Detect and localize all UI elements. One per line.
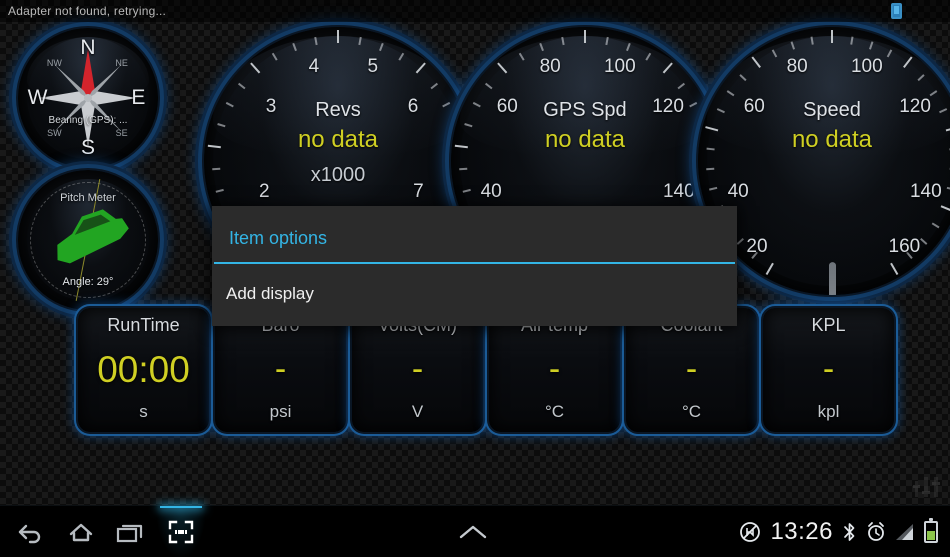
bluetooth-icon [844, 522, 855, 541]
gps-tick-label-0: 40 [480, 180, 502, 202]
status-bar-tray [891, 3, 950, 19]
gps-tick-label-5: 140 [662, 180, 695, 202]
screenshot-icon [168, 520, 194, 543]
compass-label-ne: NE [115, 58, 128, 68]
value-card-row: RunTime 00:00 s Baro - psi Volts(CM) - V… [78, 308, 894, 432]
gauge-tick [584, 30, 586, 43]
tablet-icon [891, 3, 902, 19]
value-card-value: - [548, 350, 561, 388]
speed-tick-label-0: 20 [746, 235, 768, 257]
dialog-title: Item options [229, 228, 328, 248]
signal-icon [896, 523, 913, 540]
gauge-tick [831, 30, 833, 43]
dashboard-canvas: Adapter not found, retrying... N E S W N… [0, 0, 950, 505]
vehicle-icon [57, 209, 129, 264]
compass-label-n: N [80, 35, 96, 59]
screenshot-button[interactable] [156, 505, 206, 557]
nav-center-area [206, 522, 739, 542]
value-card-coolant[interactable]: Coolant - °C [626, 308, 757, 432]
value-card-value: - [411, 350, 424, 388]
status-bar-message: Adapter not found, retrying... [8, 4, 167, 18]
speed-tick-label-7: 160 [888, 235, 921, 257]
speed-tick-label-3: 80 [786, 56, 808, 78]
revs-title: Revs [315, 99, 361, 122]
value-card-title: KPL [811, 315, 846, 335]
revs-value: no data [297, 126, 379, 154]
chevron-up-icon[interactable] [456, 522, 490, 542]
value-card-volts[interactable]: Volts(CM) - V [352, 308, 483, 432]
status-bar: Adapter not found, retrying... [0, 0, 950, 22]
speed-value: no data [791, 126, 873, 154]
value-card-unit: °C [681, 402, 702, 421]
back-icon [18, 524, 41, 543]
compass-label-se: SE [115, 128, 128, 138]
speed-tick-label-4: 100 [850, 56, 883, 78]
item-options-dialog: Item options Add display [212, 206, 737, 326]
value-card-unit: V [411, 402, 424, 421]
dialog-item-add-display[interactable]: Add display [212, 264, 737, 326]
value-card-value: - [274, 350, 287, 388]
compass-label-e: E [131, 86, 146, 109]
speed-needle [828, 262, 836, 295]
revs-tick-label-2: 4 [308, 56, 320, 78]
system-tray[interactable]: 13:26 [739, 517, 950, 546]
value-card-unit: °C [544, 402, 565, 421]
value-card-baro[interactable]: Baro - psi [215, 308, 346, 432]
recents-icon [116, 524, 143, 542]
value-card-value: - [685, 350, 698, 388]
compass-label-nw: NW [46, 58, 62, 68]
revs-unit: x1000 [310, 163, 366, 186]
compass-bearing-text: Bearing (GPS): ... [48, 114, 128, 126]
mute-icon [740, 521, 761, 542]
gps-tick-label-3: 100 [603, 56, 636, 78]
equalizer-icon [913, 477, 940, 497]
value-card-unit: kpl [817, 402, 840, 421]
value-card-air-temp[interactable]: Air temp - °C [489, 308, 620, 432]
value-card-kpl[interactable]: KPL - kpl [763, 308, 894, 432]
value-card-title: RunTime [107, 315, 180, 335]
value-card-runtime[interactable]: RunTime 00:00 s [78, 308, 209, 432]
home-button[interactable] [56, 506, 106, 557]
pitch-meter-gauge[interactable]: Pitch Meter Angle: 29° [18, 170, 158, 310]
clock: 13:26 [770, 517, 833, 545]
gps-tick-label-2: 80 [539, 56, 561, 78]
value-card-unit: psi [269, 402, 292, 421]
pitch-meter-angle: Angle: 29° [62, 275, 114, 288]
value-card-unit: s [139, 402, 148, 421]
speed-title: Speed [803, 99, 861, 122]
compass-label-w: W [27, 86, 48, 109]
revs-tick-label-3: 5 [367, 56, 379, 78]
battery-icon [924, 517, 938, 543]
back-button[interactable] [6, 506, 56, 557]
nav-button-group [0, 505, 206, 557]
compass-gauge[interactable]: N E S W NW NE SW SE Bearing (GPS): ... [18, 28, 158, 168]
value-card-value: - [822, 350, 835, 388]
compass-label-sw: SW [47, 128, 62, 138]
home-icon [69, 523, 93, 541]
pitch-meter-title: Pitch Meter [60, 192, 116, 205]
gps-speed-title: GPS Spd [543, 99, 627, 122]
compass-label-s: S [80, 136, 96, 160]
speed-tick-label-6: 140 [909, 180, 942, 202]
gauge-tick [337, 30, 339, 43]
value-card-value: 00:00 [97, 348, 190, 390]
gps-speed-value: no data [544, 126, 626, 154]
recents-button[interactable] [106, 506, 156, 557]
alarm-icon [868, 521, 884, 541]
speed-tick-label-1: 40 [727, 180, 749, 202]
android-navigation-bar: 13:26 [0, 505, 950, 557]
